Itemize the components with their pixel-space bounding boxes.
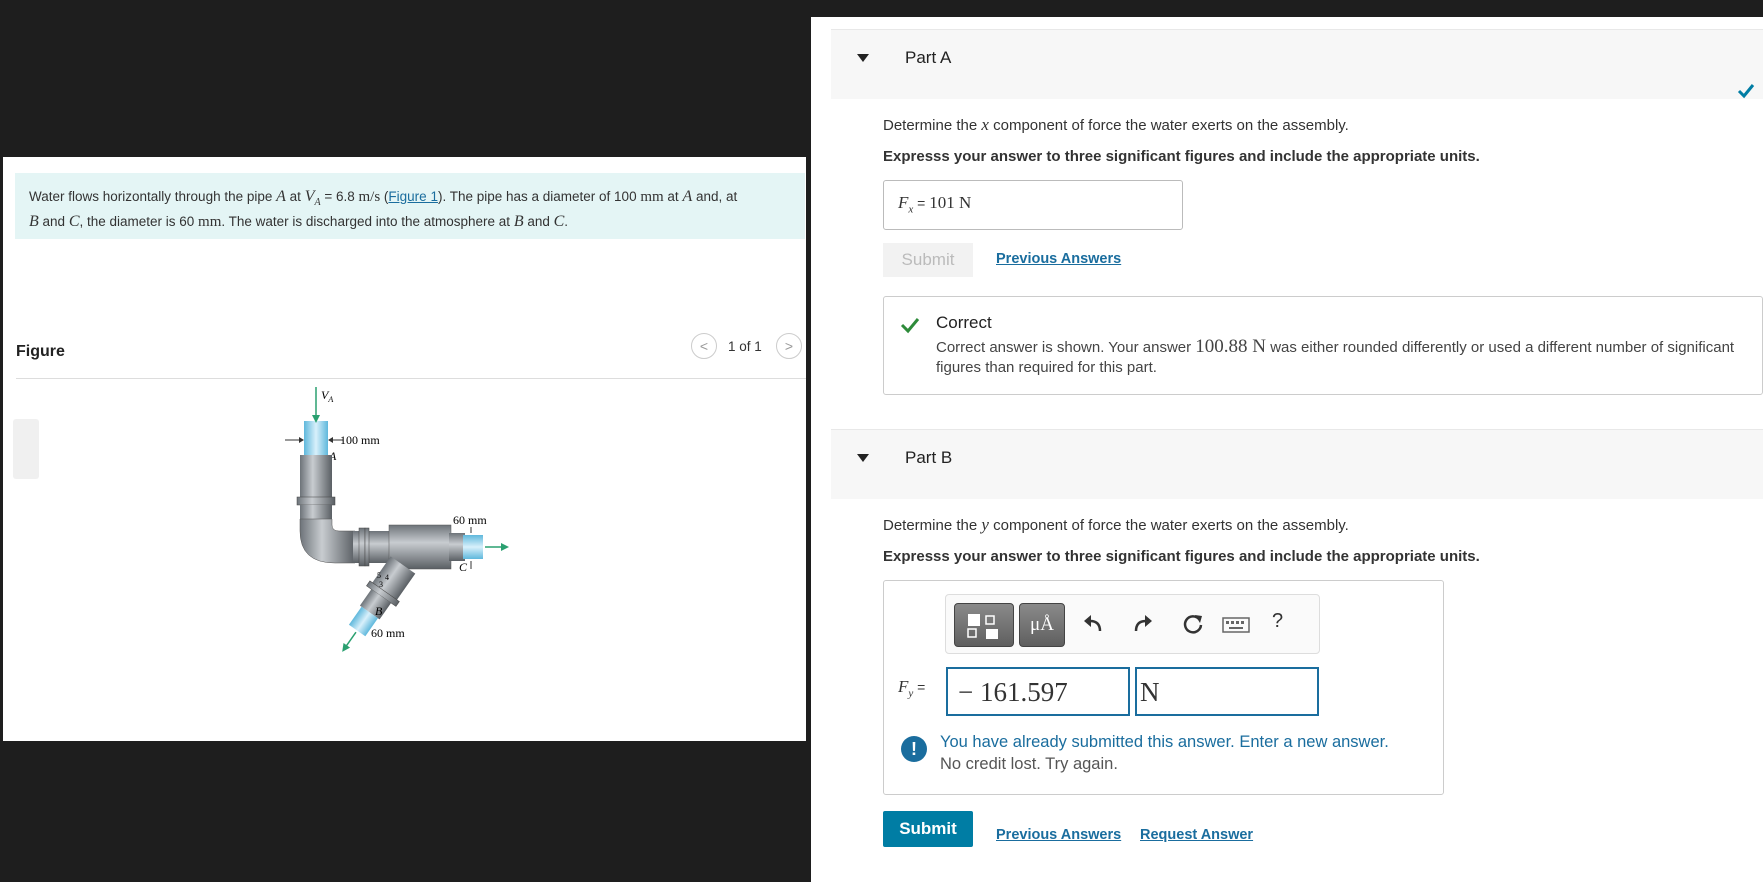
point-c-label: C bbox=[459, 560, 468, 574]
problem-text: at bbox=[285, 189, 305, 204]
pipe-elbow bbox=[299, 518, 356, 564]
va-label: VA bbox=[321, 388, 333, 404]
slope-5: 5 bbox=[377, 571, 381, 580]
dim-60mm-c: 60 mm bbox=[453, 513, 487, 527]
problem-text: Water flows horizontally through the pip… bbox=[29, 189, 277, 204]
part-b-previous-answers-link[interactable]: Previous Answers bbox=[996, 827, 1121, 843]
answer-panel: Part A Determine the x component of forc… bbox=[811, 17, 1763, 882]
answer-label: Fy = bbox=[898, 677, 926, 700]
unit-mm: mm bbox=[198, 214, 222, 231]
request-answer-link[interactable]: Request Answer bbox=[1140, 827, 1253, 843]
part-a-format-instruction: Expresss your answer to three significan… bbox=[883, 148, 1480, 165]
warning-submessage: No credit lost. Try again. bbox=[940, 755, 1118, 773]
part-a-instruction: Determine the x component of force the w… bbox=[883, 115, 1349, 134]
part-a-title: Part A bbox=[905, 48, 952, 67]
unit-input[interactable]: N bbox=[1135, 667, 1319, 716]
math-toolbar: μÅ ? bbox=[945, 594, 1320, 654]
problem-text: . bbox=[564, 214, 569, 230]
part-a-submit-button: Submit bbox=[883, 243, 973, 277]
point-b-label: B bbox=[375, 604, 383, 618]
pipe-vertical bbox=[300, 455, 332, 497]
templates-icon bbox=[967, 614, 998, 639]
part-a-previous-answers-link[interactable]: Previous Answers bbox=[996, 251, 1121, 267]
figure-title: Figure bbox=[16, 343, 65, 360]
problem-text: , the diameter is 60 bbox=[79, 214, 199, 230]
symbol-a: A bbox=[682, 188, 693, 205]
warning-message: You have already submitted this answer. … bbox=[940, 733, 1389, 751]
problem-text: . The water is discharged into the atmos… bbox=[221, 214, 514, 230]
problem-statement: Water flows horizontally through the pip… bbox=[15, 173, 805, 239]
part-b-instruction: Determine the y component of force the w… bbox=[883, 515, 1349, 534]
feedback-title: Correct bbox=[936, 313, 992, 332]
symbol-a: A bbox=[276, 188, 286, 205]
problem-text: ). The pipe has a diameter of 100 bbox=[437, 189, 641, 204]
problem-text: and bbox=[523, 214, 554, 230]
symbol-c: C bbox=[68, 213, 80, 231]
part-b-title: Part B bbox=[905, 448, 953, 467]
part-b-format-instruction: Expresss your answer to three significan… bbox=[883, 548, 1480, 565]
warning-icon: ! bbox=[901, 736, 927, 762]
undo-icon[interactable] bbox=[1082, 613, 1104, 635]
keyboard-icon[interactable] bbox=[1222, 617, 1250, 633]
dim-60mm-b: 60 mm bbox=[371, 626, 405, 640]
reset-icon[interactable] bbox=[1182, 613, 1204, 635]
figure-prev-button[interactable]: < bbox=[691, 333, 717, 359]
part-a-header[interactable]: Part A bbox=[831, 29, 1763, 99]
problem-text: at bbox=[663, 189, 683, 204]
part-b-submit-button[interactable]: Submit bbox=[883, 811, 973, 847]
water-inlet bbox=[304, 421, 328, 457]
slope-4: 4 bbox=[385, 573, 389, 582]
symbol-b: B bbox=[29, 213, 39, 231]
feedback-message: Correct answer is shown. Your answer 100… bbox=[936, 336, 1735, 377]
unit-ms: m/s bbox=[358, 189, 381, 205]
part-a-feedback: Correct Correct answer is shown. Your an… bbox=[883, 296, 1763, 395]
slope-3: 3 bbox=[379, 580, 383, 589]
redo-icon[interactable] bbox=[1132, 613, 1154, 635]
side-tab[interactable] bbox=[13, 419, 39, 479]
value-input[interactable]: − 161.597 bbox=[946, 667, 1130, 716]
symbol-b: B bbox=[513, 213, 524, 231]
problem-text: and, at bbox=[692, 189, 738, 204]
problem-text: and bbox=[38, 214, 69, 230]
help-button[interactable]: ? bbox=[1272, 610, 1283, 633]
part-a-answer-display: Fx = 101 N bbox=[883, 180, 1183, 230]
caret-down-icon bbox=[857, 454, 869, 462]
templates-button[interactable] bbox=[954, 603, 1014, 647]
answer-label: Fx bbox=[898, 193, 914, 216]
dim-100mm: 100 mm bbox=[340, 433, 380, 447]
part-b-header[interactable]: Part B bbox=[831, 429, 1763, 499]
symbol-c: C bbox=[553, 213, 565, 231]
answer-value: 101 N bbox=[929, 193, 972, 212]
unit-mm: mm bbox=[640, 189, 664, 205]
figure-header: Figure < 1 of 1 > bbox=[16, 333, 806, 379]
figure-next-button[interactable]: > bbox=[776, 333, 802, 359]
symbol-va: VA bbox=[304, 188, 321, 209]
caret-down-icon bbox=[857, 54, 869, 62]
figure-link[interactable]: Figure 1 bbox=[388, 189, 438, 204]
pipe-figure: VA 100 mm A 60 mm C 5 4 3 B 60 mm bbox=[285, 387, 509, 652]
figure-counter: 1 of 1 bbox=[728, 339, 762, 354]
correct-check-icon bbox=[900, 318, 920, 334]
part-b-answer-box: μÅ ? Fy = − 161.597 N ! You have already… bbox=[883, 580, 1444, 795]
problem-panel: Water flows horizontally through the pip… bbox=[3, 157, 806, 741]
units-button[interactable]: μÅ bbox=[1019, 603, 1065, 647]
problem-text: = 6.8 bbox=[320, 189, 359, 204]
check-icon bbox=[1737, 84, 1755, 99]
